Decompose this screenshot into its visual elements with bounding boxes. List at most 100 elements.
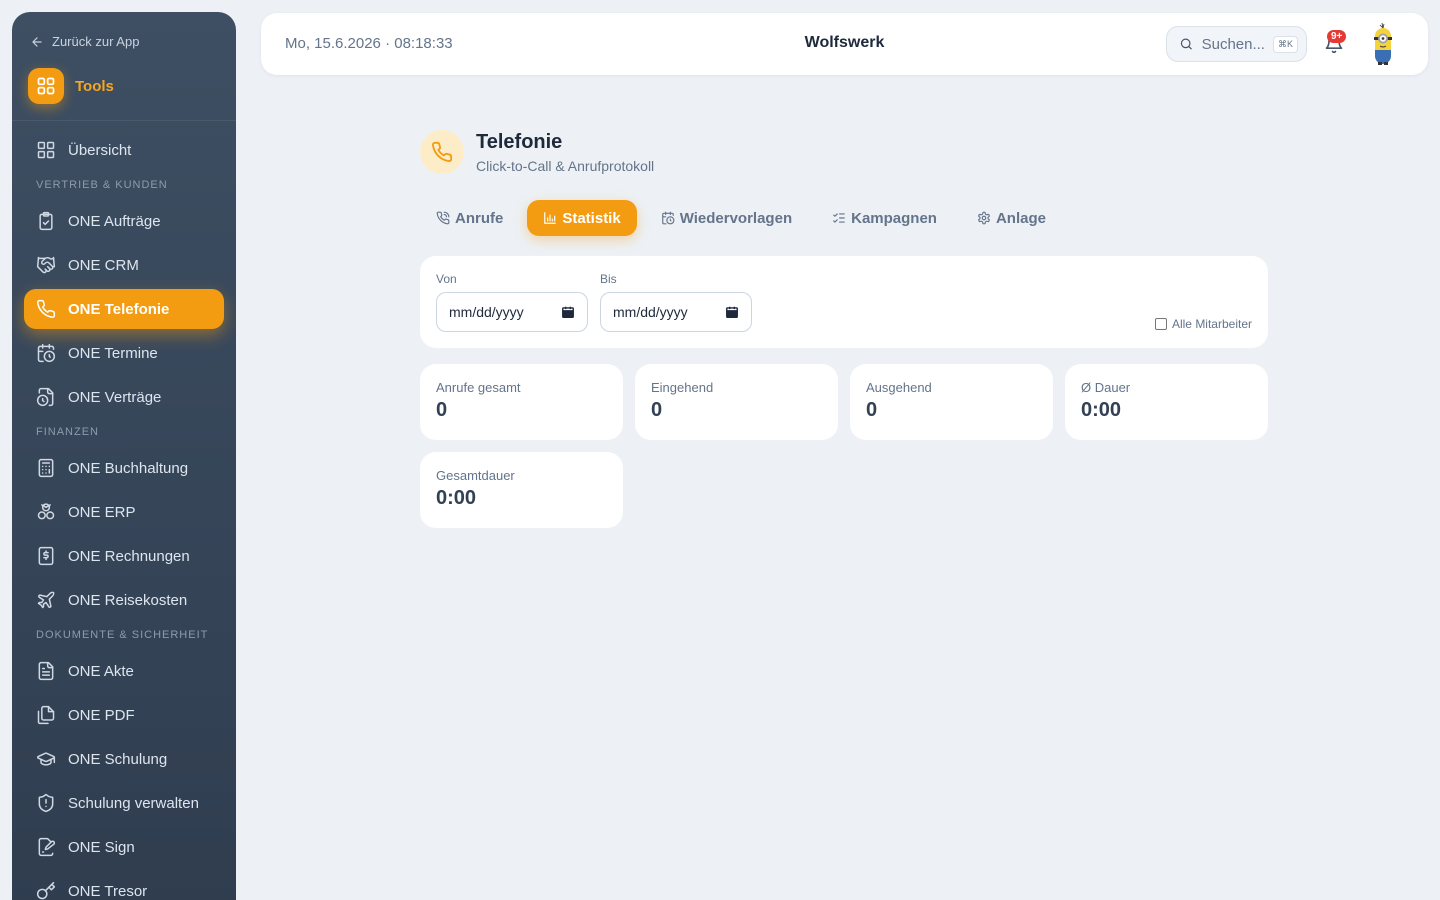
stat-value: 0 [866, 399, 878, 421]
calendar-icon[interactable] [561, 305, 575, 319]
shield-alert-icon [38, 793, 54, 813]
sidebar-item-label: ONE Buchhaltung [68, 459, 189, 477]
stat-value: 0 [651, 399, 663, 421]
sidebar-item-one-akte[interactable]: ONE Akte [24, 651, 224, 691]
page-title: Telefonie [476, 130, 563, 153]
stat-card: Gesamtdauer 0:00 [420, 452, 623, 528]
calculator-icon [38, 458, 54, 478]
stat-label: Eingehend [651, 380, 714, 395]
file-signature-icon [38, 837, 56, 857]
to-label: Bis [600, 272, 617, 286]
avatar[interactable] [1367, 22, 1399, 66]
sidebar-item-label: ONE Reisekosten [68, 591, 188, 609]
to-date-value: mm/dd/yyyy [613, 304, 688, 320]
tab-anlage[interactable]: Anlage [961, 200, 1062, 236]
tab-label: Kampagnen [851, 209, 937, 227]
sidebar-item-schulung-verwalten[interactable]: Schulung verwalten [24, 783, 224, 823]
search-input[interactable]: Suchen... ⌘K [1166, 26, 1307, 62]
sidebar-item-one-rechnungen[interactable]: ONE Rechnungen [24, 536, 224, 576]
nav-section-label: VERTRIEB & KUNDEN [36, 179, 168, 191]
from-date-value: mm/dd/yyyy [449, 304, 524, 320]
sidebar-item-label: ONE ERP [68, 503, 136, 521]
tab-label: Wiedervorlagen [679, 209, 793, 227]
from-date-input[interactable]: mm/dd/yyyy [436, 292, 588, 332]
tab-bar: Anrufe Statistik Wiedervorlagen Kampagnen An… [420, 200, 1070, 236]
sidebar-divider [12, 120, 236, 121]
file-text-icon [38, 661, 54, 681]
stat-card: Ausgehend 0 [850, 364, 1053, 440]
page-subtitle: Click-to-Call & Anrufprotokoll [476, 157, 655, 174]
all-employees-toggle[interactable]: Alle Mitarbeiter [1154, 317, 1252, 331]
all-employees-checkbox[interactable] [1154, 318, 1167, 330]
sidebar-item-one-tresor[interactable]: ONE Tresor [24, 871, 224, 900]
clipboard-check-icon [39, 211, 53, 231]
receipt-dollar-icon [38, 546, 54, 566]
tab-label: Statistik [562, 209, 621, 227]
sidebar-item-one-erp[interactable]: ONE ERP [24, 492, 224, 532]
sidebar-item-one-crm[interactable]: ONE CRM [24, 245, 224, 285]
back-to-app-link[interactable]: Zurück zur App [30, 34, 139, 49]
key-icon [36, 881, 56, 900]
stat-card: Eingehend 0 [635, 364, 838, 440]
page-header: Telefonie Click-to-Call & Anrufprotokoll [420, 130, 654, 174]
sidebar-item-label: Schulung verwalten [68, 794, 199, 812]
sidebar-nav: Übersicht VERTRIEB & KUNDEN ONE Aufträge ON… [24, 130, 224, 900]
bar-chart-icon [544, 212, 557, 224]
sidebar-item-one-aufträge[interactable]: ONE Aufträge [24, 201, 224, 241]
files-icon [37, 705, 55, 725]
sidebar-item-one-pdf[interactable]: ONE PDF [24, 695, 224, 735]
calendar-clock-icon [661, 211, 675, 225]
to-date-input[interactable]: mm/dd/yyyy [600, 292, 752, 332]
sidebar-item-one-termine[interactable]: ONE Termine [24, 333, 224, 373]
current-datetime: Mo, 15.6.2026 · 08:18:33 [285, 35, 453, 52]
sidebar-item-label: Übersicht [68, 141, 132, 159]
filter-card: Von mm/dd/yyyy Bis mm/dd/yyyy Alle Mitar… [420, 256, 1268, 348]
notification-badge: 9+ [1327, 30, 1347, 43]
tools-header[interactable]: Tools [28, 68, 114, 104]
sidebar-item-one-reisekosten[interactable]: ONE Reisekosten [24, 580, 224, 620]
stat-label: Ausgehend [866, 380, 932, 395]
all-employees-label: Alle Mitarbeiter [1171, 317, 1252, 331]
sidebar-item-one-buchhaltung[interactable]: ONE Buchhaltung [24, 448, 224, 488]
list-checks-icon [833, 213, 845, 223]
sidebar-item-label: ONE Rechnungen [68, 547, 190, 565]
grid-icon [37, 141, 55, 159]
plane-icon [37, 591, 55, 609]
stat-label: Gesamtdauer [436, 468, 515, 483]
sidebar-item-one-verträge[interactable]: ONE Verträge [24, 377, 224, 417]
sidebar-item-one-telefonie[interactable]: ONE Telefonie [24, 289, 224, 329]
search-icon [1180, 38, 1192, 50]
sidebar-item-one-sign[interactable]: ONE Sign [24, 827, 224, 867]
search-shortcut: ⌘K [1272, 35, 1298, 53]
calendar-clock-icon [37, 343, 56, 363]
sidebar-item-label: ONE Aufträge [68, 212, 161, 230]
graduation-cap-icon [36, 752, 56, 766]
sidebar-item-label: ONE Sign [68, 838, 135, 856]
sidebar-item-label: ONE Verträge [68, 388, 162, 406]
sidebar-item-one-schulung[interactable]: ONE Schulung [24, 739, 224, 779]
tab-kampagnen[interactable]: Kampagnen [816, 200, 953, 236]
sidebar-item-label: ONE CRM [68, 256, 139, 274]
stat-value: 0:00 [436, 487, 477, 509]
tab-anrufe[interactable]: Anrufe [420, 200, 519, 236]
sidebar-item-label: ONE Schulung [68, 750, 168, 768]
sidebar-item-übersicht[interactable]: Übersicht [24, 130, 224, 170]
tab-label: Anlage [995, 209, 1046, 227]
stat-value: 0 [436, 399, 448, 421]
sidebar-item-label: ONE PDF [68, 706, 135, 724]
topbar: Mo, 15.6.2026 · 08:18:33 Wolfswerk Suche… [261, 13, 1428, 75]
arrow-left-icon [32, 36, 42, 47]
tab-statistik[interactable]: Statistik [527, 200, 637, 236]
nav-section-label: FINANZEN [36, 426, 99, 438]
search-placeholder: Suchen... [1201, 35, 1265, 53]
minion-avatar-icon [1374, 22, 1392, 65]
sidebar-item-label: ONE Tresor [68, 882, 148, 900]
stat-value: 0:00 [1081, 399, 1122, 421]
sidebar-item-label: ONE Telefonie [68, 300, 170, 318]
stat-card: Ø Dauer 0:00 [1065, 364, 1268, 440]
tab-wiedervorlagen[interactable]: Wiedervorlagen [645, 200, 808, 236]
from-field: Von mm/dd/yyyy [436, 272, 588, 332]
calendar-icon[interactable] [725, 305, 739, 319]
nav-section-label: DOKUMENTE & SICHERHEIT [36, 629, 209, 641]
back-label: Zurück zur App [52, 34, 140, 49]
